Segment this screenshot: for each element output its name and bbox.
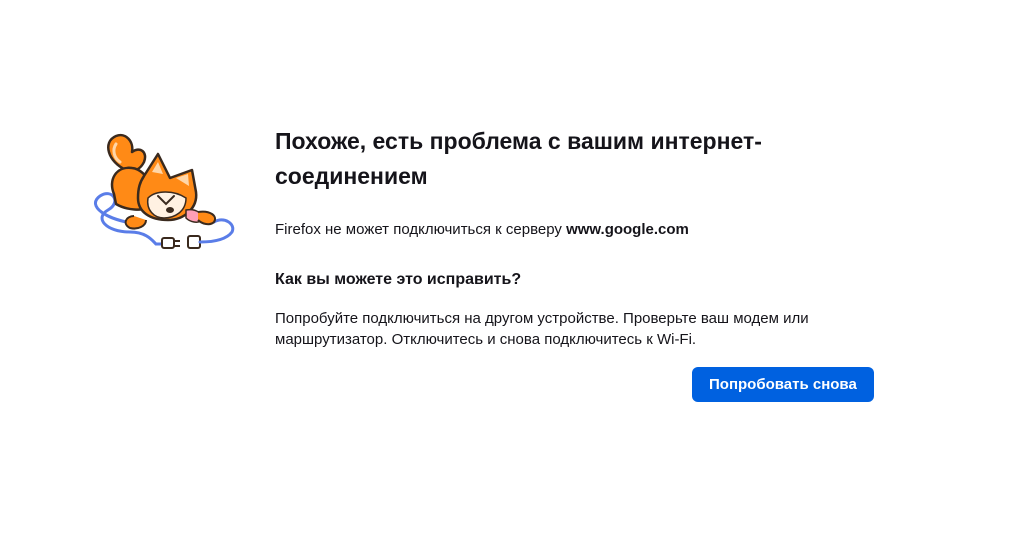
retry-button[interactable]: Попробовать снова xyxy=(692,367,874,402)
host-name: www.google.com xyxy=(566,221,689,238)
error-description-text: Firefox не может подключиться к серверу xyxy=(275,221,567,238)
page-title: Похоже, есть проблема с вашим интернет-с… xyxy=(275,128,762,189)
fix-heading: Как вы можете это исправить? xyxy=(275,271,522,288)
advice-text: Попробуйте подключиться на другом устрой… xyxy=(275,310,809,348)
button-row: Попробовать снова xyxy=(692,367,874,402)
error-content: Похоже, есть проблема с вашим интернет-с… xyxy=(275,124,885,350)
network-error-page: Похоже, есть проблема с вашим интернет-с… xyxy=(0,0,1024,539)
fox-unplugged-cable-icon xyxy=(86,132,236,256)
error-description: Firefox не может подключиться к серверу … xyxy=(275,220,885,240)
